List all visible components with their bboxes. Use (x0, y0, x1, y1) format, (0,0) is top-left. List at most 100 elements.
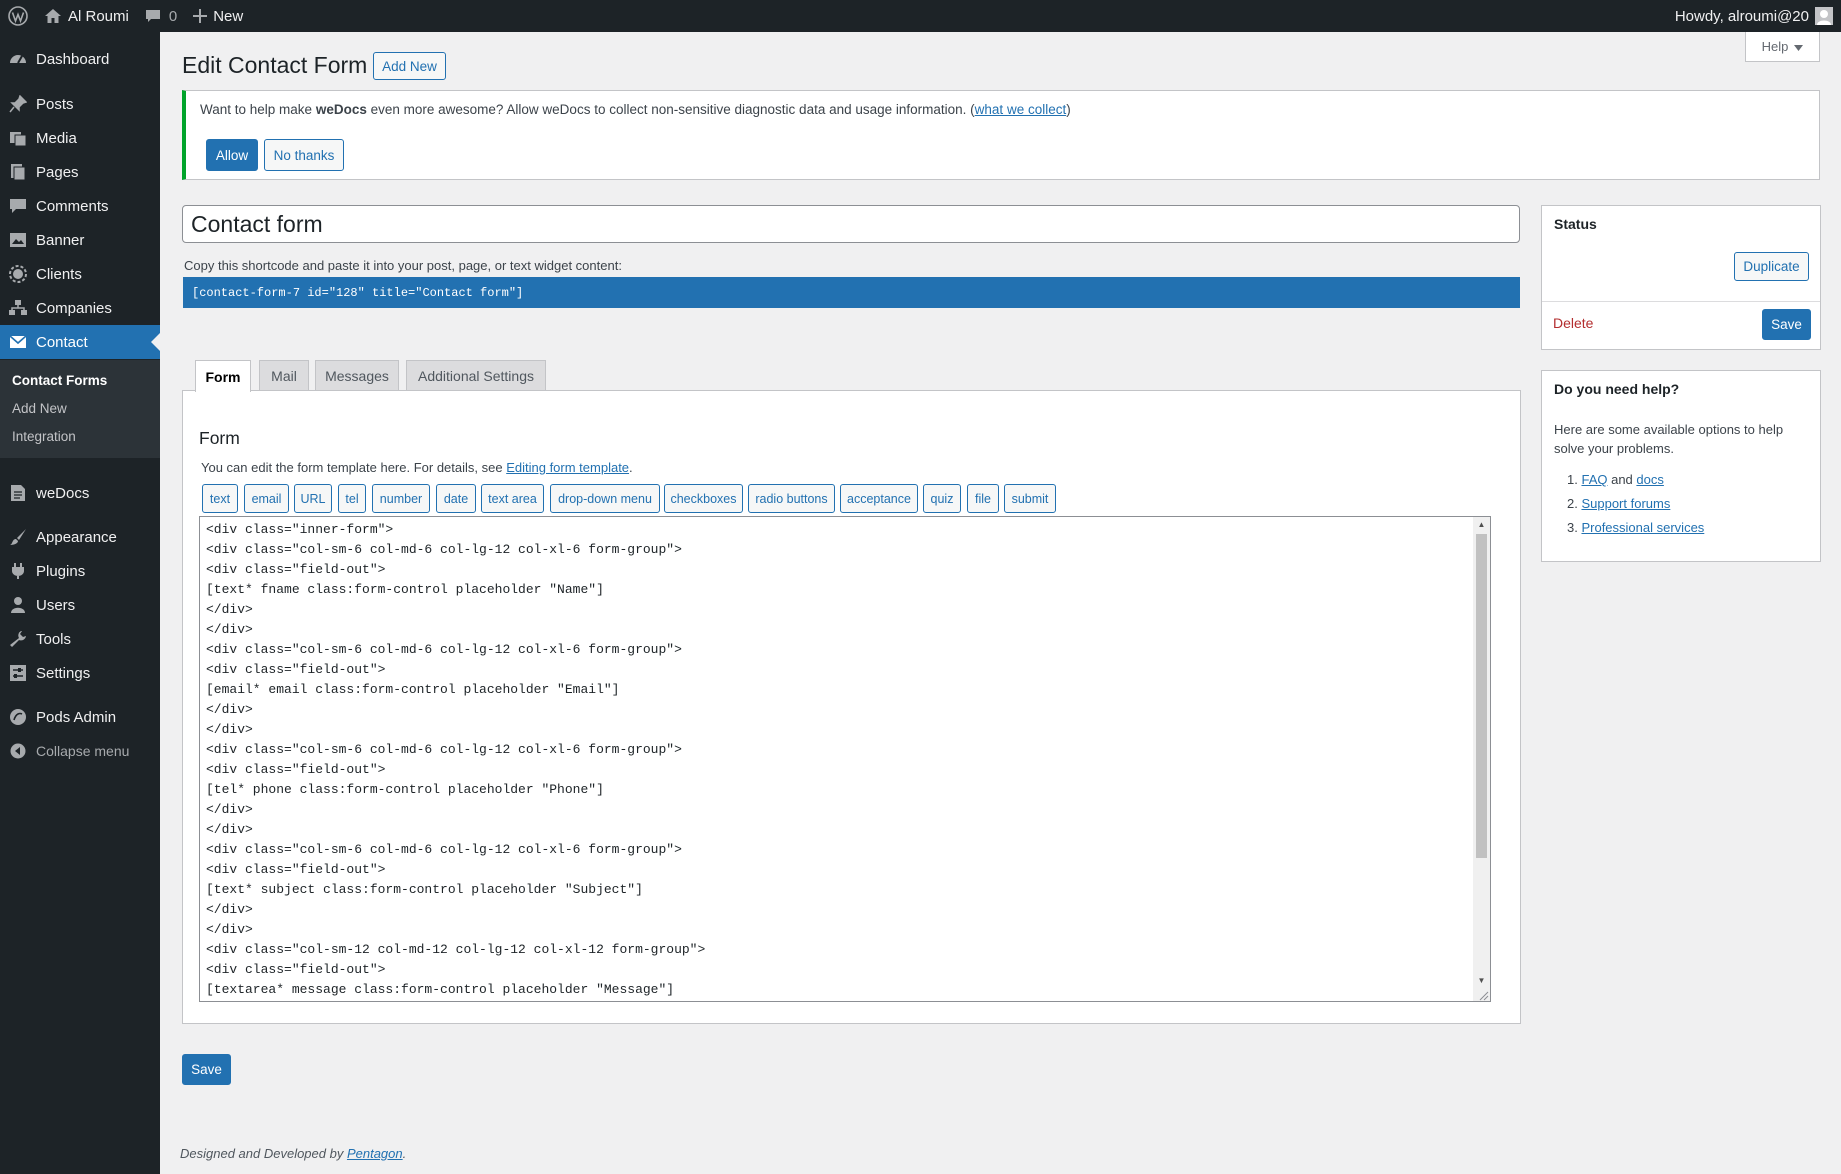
form-save-button[interactable]: Save (182, 1054, 231, 1085)
what-we-collect-link[interactable]: what we collect (975, 102, 1067, 117)
mail-icon (0, 334, 36, 350)
allow-button[interactable]: Allow (206, 139, 258, 171)
tag-button-url[interactable]: URL (294, 484, 332, 513)
notice-text: Want to help make weDocs even more aweso… (200, 102, 1071, 117)
howdy-text: Howdy, alroumi@20 (1674, 7, 1809, 25)
plus-icon (193, 9, 208, 23)
admin-bar: Al Roumi 0 New Howdy, alroumi@20 (0, 0, 1841, 32)
tag-button-radio-buttons[interactable]: radio buttons (748, 484, 835, 513)
pages-icon (0, 163, 36, 181)
tab-messages[interactable]: Messages (315, 360, 399, 391)
caret-down-icon (1794, 39, 1804, 54)
scroll-thumb[interactable] (1476, 534, 1487, 858)
new-content-link[interactable]: New (185, 0, 251, 32)
dashboard-icon (0, 50, 36, 68)
wordpress-logo-icon[interactable] (0, 0, 36, 32)
tag-button-acceptance[interactable]: acceptance (840, 484, 918, 513)
tag-button-date[interactable]: date (436, 484, 476, 513)
sidebar-item-companies[interactable]: Companies (0, 291, 160, 325)
site-name: Al Roumi (68, 7, 129, 25)
delete-link[interactable]: Delete (1553, 315, 1593, 331)
code-line: </div> (206, 702, 253, 717)
notice-text-part: even more awesome? Allow weDocs to colle… (366, 102, 975, 117)
shortcode-field[interactable]: [contact-form-7 id="128" title="Contact … (183, 277, 1520, 308)
scroll-up-icon[interactable]: ▲ (1473, 517, 1490, 531)
sidebar-item-pods-admin[interactable]: Pods Admin (0, 700, 160, 734)
tab-mail[interactable]: Mail (259, 360, 309, 391)
sidebar-item-label: Pages (36, 163, 79, 181)
code-line: [tel* phone class:form-control placehold… (206, 782, 604, 797)
list-number: 1. (1567, 472, 1578, 487)
scroll-down-icon[interactable]: ▼ (1473, 973, 1490, 987)
tag-button-number[interactable]: number (372, 484, 430, 513)
sidebar-item-label: Banner (36, 231, 85, 249)
tag-button-text[interactable]: text (202, 484, 238, 513)
tag-button-checkboxes[interactable]: checkboxes (664, 484, 743, 513)
sidebar-item-wedocs[interactable]: weDocs (0, 476, 160, 510)
site-name-link[interactable]: Al Roumi (36, 0, 137, 32)
footer-text: Designed and Developed by (180, 1146, 347, 1161)
form-template-textarea[interactable]: <div class="inner-form"> <div class="col… (199, 516, 1491, 1002)
list-number: 3. (1567, 520, 1578, 535)
no-thanks-button[interactable]: No thanks (264, 139, 344, 171)
submenu-integration[interactable]: Integration (12, 429, 76, 444)
help-tab-button[interactable]: Help (1745, 32, 1820, 62)
my-account-link[interactable]: Howdy, alroumi@20 (1667, 0, 1841, 32)
duplicate-button[interactable]: Duplicate (1734, 252, 1809, 281)
tag-button-dropdown-menu[interactable]: drop-down menu (550, 484, 660, 513)
sidebar-item-appearance[interactable]: Appearance (0, 520, 160, 554)
pentagon-link[interactable]: Pentagon (347, 1146, 403, 1161)
tag-button-file[interactable]: file (967, 484, 999, 513)
media-icon (0, 129, 36, 147)
sidebar-item-banner[interactable]: Banner (0, 223, 160, 257)
code-line: <div class="field-out"> (206, 662, 386, 677)
resize-grip-icon[interactable] (1477, 988, 1489, 1001)
form-title-input[interactable]: Contact form (182, 205, 1520, 243)
tag-button-quiz[interactable]: quiz (923, 484, 961, 513)
tab-form[interactable]: Form (195, 360, 251, 392)
sidebar-item-settings[interactable]: Settings (0, 656, 160, 690)
collapse-menu-button[interactable]: Collapse menu (0, 734, 160, 768)
code-line: <div class="field-out"> (206, 862, 386, 877)
submenu-contact-forms[interactable]: Contact Forms (12, 373, 107, 388)
docs-link[interactable]: docs (1636, 472, 1663, 487)
sidebar-item-tools[interactable]: Tools (0, 622, 160, 656)
sidebar-item-users[interactable]: Users (0, 588, 160, 622)
sidebar-item-clients[interactable]: Clients (0, 257, 160, 291)
code-line: <div class="col-sm-6 col-md-6 col-lg-12 … (206, 642, 682, 657)
plugin-icon (0, 562, 36, 580)
textarea-scrollbar[interactable]: ▲ ▼ (1473, 517, 1490, 1001)
help-box-text: Here are some available options to help … (1554, 422, 1784, 456)
tag-button-tel[interactable]: tel (338, 484, 366, 513)
contact-submenu: Contact Forms Add New Integration (0, 360, 160, 458)
form-panel-title: Form (199, 428, 240, 448)
submenu-add-new[interactable]: Add New (12, 401, 67, 416)
sidebar-item-posts[interactable]: Posts (0, 87, 160, 121)
sidebar-item-pages[interactable]: Pages (0, 155, 160, 189)
pods-icon (0, 708, 36, 726)
code-line: [text* fname class:form-control placehol… (206, 582, 604, 597)
sidebar-item-label: Tools (36, 630, 72, 648)
sidebar-item-label: Settings (36, 664, 91, 682)
add-new-button[interactable]: Add New (373, 52, 446, 80)
help-list-item: 3. Professional services (1567, 520, 1704, 535)
sidebar-item-contact[interactable]: Contact (0, 325, 160, 359)
status-save-button[interactable]: Save (1762, 309, 1811, 340)
notice-text-part: Want to help make (200, 102, 316, 117)
sidebar-item-plugins[interactable]: Plugins (0, 554, 160, 588)
sidebar-item-label: Users (36, 596, 76, 614)
sidebar-item-media[interactable]: Media (0, 121, 160, 155)
professional-services-link[interactable]: Professional services (1581, 520, 1704, 535)
code-line: </div> (206, 602, 253, 617)
tag-button-textarea[interactable]: text area (481, 484, 544, 513)
tag-button-submit[interactable]: submit (1004, 484, 1056, 513)
comments-link[interactable]: 0 (137, 0, 185, 32)
support-forums-link[interactable]: Support forums (1581, 496, 1670, 511)
editing-form-template-link[interactable]: Editing form template (506, 460, 629, 475)
wrench-icon (0, 630, 36, 648)
faq-link[interactable]: FAQ (1581, 472, 1607, 487)
tab-additional-settings[interactable]: Additional Settings (406, 360, 546, 391)
tag-button-email[interactable]: email (244, 484, 289, 513)
sidebar-item-comments[interactable]: Comments (0, 189, 160, 223)
sidebar-item-dashboard[interactable]: Dashboard (0, 42, 160, 76)
